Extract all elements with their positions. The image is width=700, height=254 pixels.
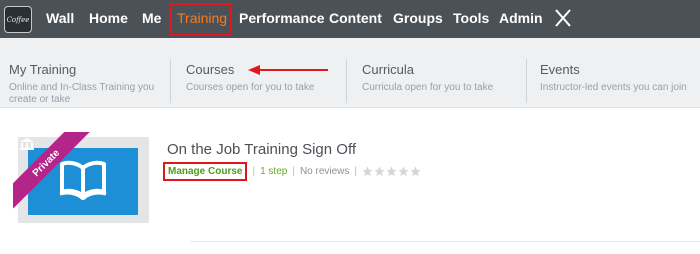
course-reviews: No reviews (299, 165, 350, 177)
manage-course-link[interactable]: Manage Course (163, 161, 248, 181)
course-steps[interactable]: 1 step (260, 166, 287, 177)
menu-item-desc: Instructor-led events you can join (540, 82, 687, 93)
course-meta: Manage Course | 1 step | No reviews | (163, 161, 422, 181)
annotation-arrow-icon (248, 65, 328, 75)
close-icon[interactable] (553, 7, 573, 29)
nav-item-wall[interactable]: Wall (46, 10, 74, 26)
star-icon (374, 165, 385, 176)
building-icon (20, 138, 34, 150)
menu-divider (170, 59, 171, 103)
star-icon (398, 165, 409, 176)
nav-item-tools[interactable]: Tools (453, 10, 489, 26)
menu-item-desc: Courses open for you to take (186, 82, 315, 93)
menu-item-desc: Curricula open for you to take (362, 82, 494, 93)
meta-separator: | (354, 165, 358, 177)
nav-item-home[interactable]: Home (89, 10, 128, 26)
menu-divider (526, 59, 527, 103)
star-icon (410, 165, 421, 176)
menu-divider (346, 59, 347, 103)
training-menu-panel: My Training Online and In-Class Training… (0, 38, 700, 108)
menu-item-curricula[interactable]: Curricula Curricula open for you to take (362, 62, 517, 94)
menu-item-events[interactable]: Events Instructor-led events you can joi… (540, 62, 696, 94)
logo-text: Coffee (6, 15, 30, 24)
menu-item-title: Events (540, 62, 580, 77)
private-badge-label: Private (30, 147, 62, 179)
meta-separator: | (252, 165, 256, 177)
menu-item-title: Curricula (362, 62, 415, 77)
menu-item-title: My Training (9, 62, 77, 77)
training-highlight-box (170, 3, 232, 36)
nav-item-content[interactable]: Content (329, 10, 382, 26)
star-icon (362, 165, 373, 176)
nav-item-admin[interactable]: Admin (499, 10, 543, 26)
top-nav-bar: Coffee Wall Home Me Training Performance… (0, 0, 700, 38)
list-divider (190, 241, 700, 242)
course-title[interactable]: On the Job Training Sign Off (167, 141, 356, 158)
menu-item-desc: Online and In-Class Training you create … (9, 82, 155, 105)
nav-item-me[interactable]: Me (142, 10, 161, 26)
star-rating (362, 165, 422, 177)
nav-item-performance[interactable]: Performance (239, 10, 325, 26)
star-icon (386, 165, 397, 176)
menu-item-my-training[interactable]: My Training Online and In-Class Training… (9, 62, 169, 106)
nav-item-groups[interactable]: Groups (393, 10, 443, 26)
meta-separator: | (292, 165, 295, 177)
logo[interactable]: Coffee (4, 6, 32, 33)
